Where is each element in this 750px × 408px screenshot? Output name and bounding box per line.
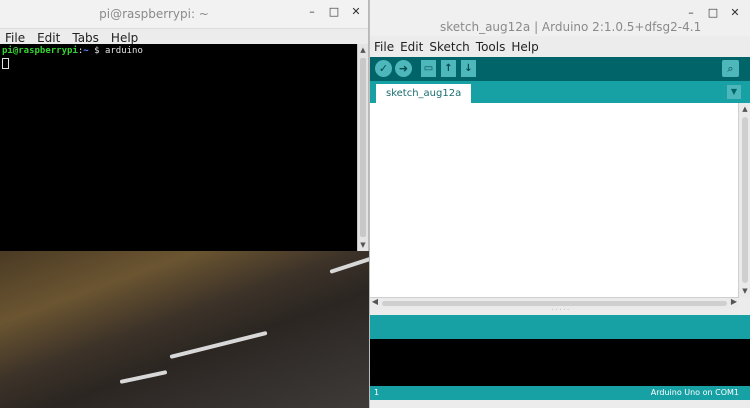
arduino-footer: 1 Arduino Uno on COM1 — [370, 386, 750, 400]
prompt-command: arduino — [104, 46, 143, 56]
save-sketch-icon[interactable]: ↓ — [461, 60, 476, 77]
tab-menu-icon[interactable]: ▼ — [727, 85, 741, 99]
minimize-icon[interactable]: – — [685, 6, 697, 19]
arduino-title: sketch_aug12a | Arduino 2:1.0.5+dfsg2-4.… — [440, 20, 702, 34]
arduino-menubar: File Edit Sketch Tools Help — [372, 38, 539, 56]
message-area — [370, 315, 750, 339]
terminal-cursor — [2, 58, 9, 69]
close-icon[interactable]: ✕ — [350, 5, 362, 18]
terminal-title: pi@raspberrypi: ~ — [99, 7, 209, 21]
road-marking — [169, 330, 268, 359]
tab-sketch[interactable]: sketch_aug12a — [376, 84, 472, 103]
terminal-menu-file[interactable]: File — [5, 31, 25, 45]
terminal-titlebar[interactable]: pi@raspberrypi: ~ – □ ✕ — [0, 0, 368, 29]
terminal-menu-edit[interactable]: Edit — [37, 31, 60, 45]
editor-horizontal-thumb[interactable] — [382, 301, 727, 306]
terminal-scrollbar-thumb[interactable] — [360, 58, 366, 237]
prompt-symbol: $ — [88, 46, 105, 56]
editor-vertical-scrollbar[interactable]: ▲ ▼ — [738, 103, 750, 297]
prompt-user: pi@raspberrypi — [2, 46, 78, 56]
arduino-window-controls: – □ ✕ — [685, 6, 741, 19]
new-sketch-icon[interactable]: ▭ — [421, 60, 436, 77]
board-port-status: Arduino Uno on COM1 — [650, 388, 739, 397]
arduino-window: – □ ✕ sketch_aug12a | Arduino 2:1.0.5+df… — [369, 0, 750, 408]
arduino-menu-tools[interactable]: Tools — [476, 40, 506, 54]
scroll-up-icon[interactable]: ▲ — [358, 44, 368, 56]
terminal-screen[interactable]: pi@raspberrypi:~ $ arduino — [0, 44, 357, 251]
scroll-down-icon[interactable]: ▼ — [739, 285, 750, 297]
arduino-menu-help[interactable]: Help — [511, 40, 538, 54]
maximize-icon[interactable]: □ — [707, 6, 719, 19]
wallpaper-road — [0, 250, 374, 408]
minimize-icon[interactable]: – — [306, 5, 318, 18]
road-marking — [119, 370, 168, 384]
scroll-left-icon[interactable]: ◀ — [370, 297, 380, 306]
terminal-menu-help[interactable]: Help — [111, 31, 138, 45]
upload-icon[interactable]: ➜ — [395, 60, 412, 77]
terminal-scrollbar[interactable]: ▲ ▼ — [357, 44, 368, 251]
arduino-titlebar[interactable]: – □ ✕ sketch_aug12a | Arduino 2:1.0.5+df… — [370, 0, 750, 36]
arduino-menu-file[interactable]: File — [374, 40, 394, 54]
code-editor[interactable] — [370, 103, 739, 297]
arduino-menu-sketch[interactable]: Sketch — [429, 40, 469, 54]
scroll-right-icon[interactable]: ▶ — [729, 297, 739, 306]
terminal-window-controls: – □ ✕ — [306, 5, 362, 18]
close-icon[interactable]: ✕ — [729, 6, 741, 19]
line-number: 1 — [374, 388, 380, 397]
arduino-menu-edit[interactable]: Edit — [400, 40, 423, 54]
terminal-window: pi@raspberrypi: ~ – □ ✕ File Edit Tabs H… — [0, 0, 369, 251]
terminal-menu-tabs[interactable]: Tabs — [72, 31, 99, 45]
terminal-prompt-line: pi@raspberrypi:~ $ arduino — [0, 44, 357, 56]
serial-monitor-icon[interactable]: ⌕ — [722, 60, 739, 77]
road-marking — [329, 256, 374, 274]
open-sketch-icon[interactable]: ↑ — [441, 60, 456, 77]
console-output[interactable] — [370, 339, 750, 386]
arduino-toolbar: ✓ ➜ ▭ ↑ ↓ ⌕ — [370, 57, 750, 81]
scroll-up-icon[interactable]: ▲ — [739, 103, 750, 115]
scroll-down-icon[interactable]: ▼ — [358, 239, 368, 251]
arduino-tabbar: sketch_aug12a ▼ — [370, 81, 750, 103]
verify-icon[interactable]: ✓ — [375, 60, 392, 77]
maximize-icon[interactable]: □ — [328, 5, 340, 18]
editor-vertical-thumb[interactable] — [742, 117, 748, 283]
